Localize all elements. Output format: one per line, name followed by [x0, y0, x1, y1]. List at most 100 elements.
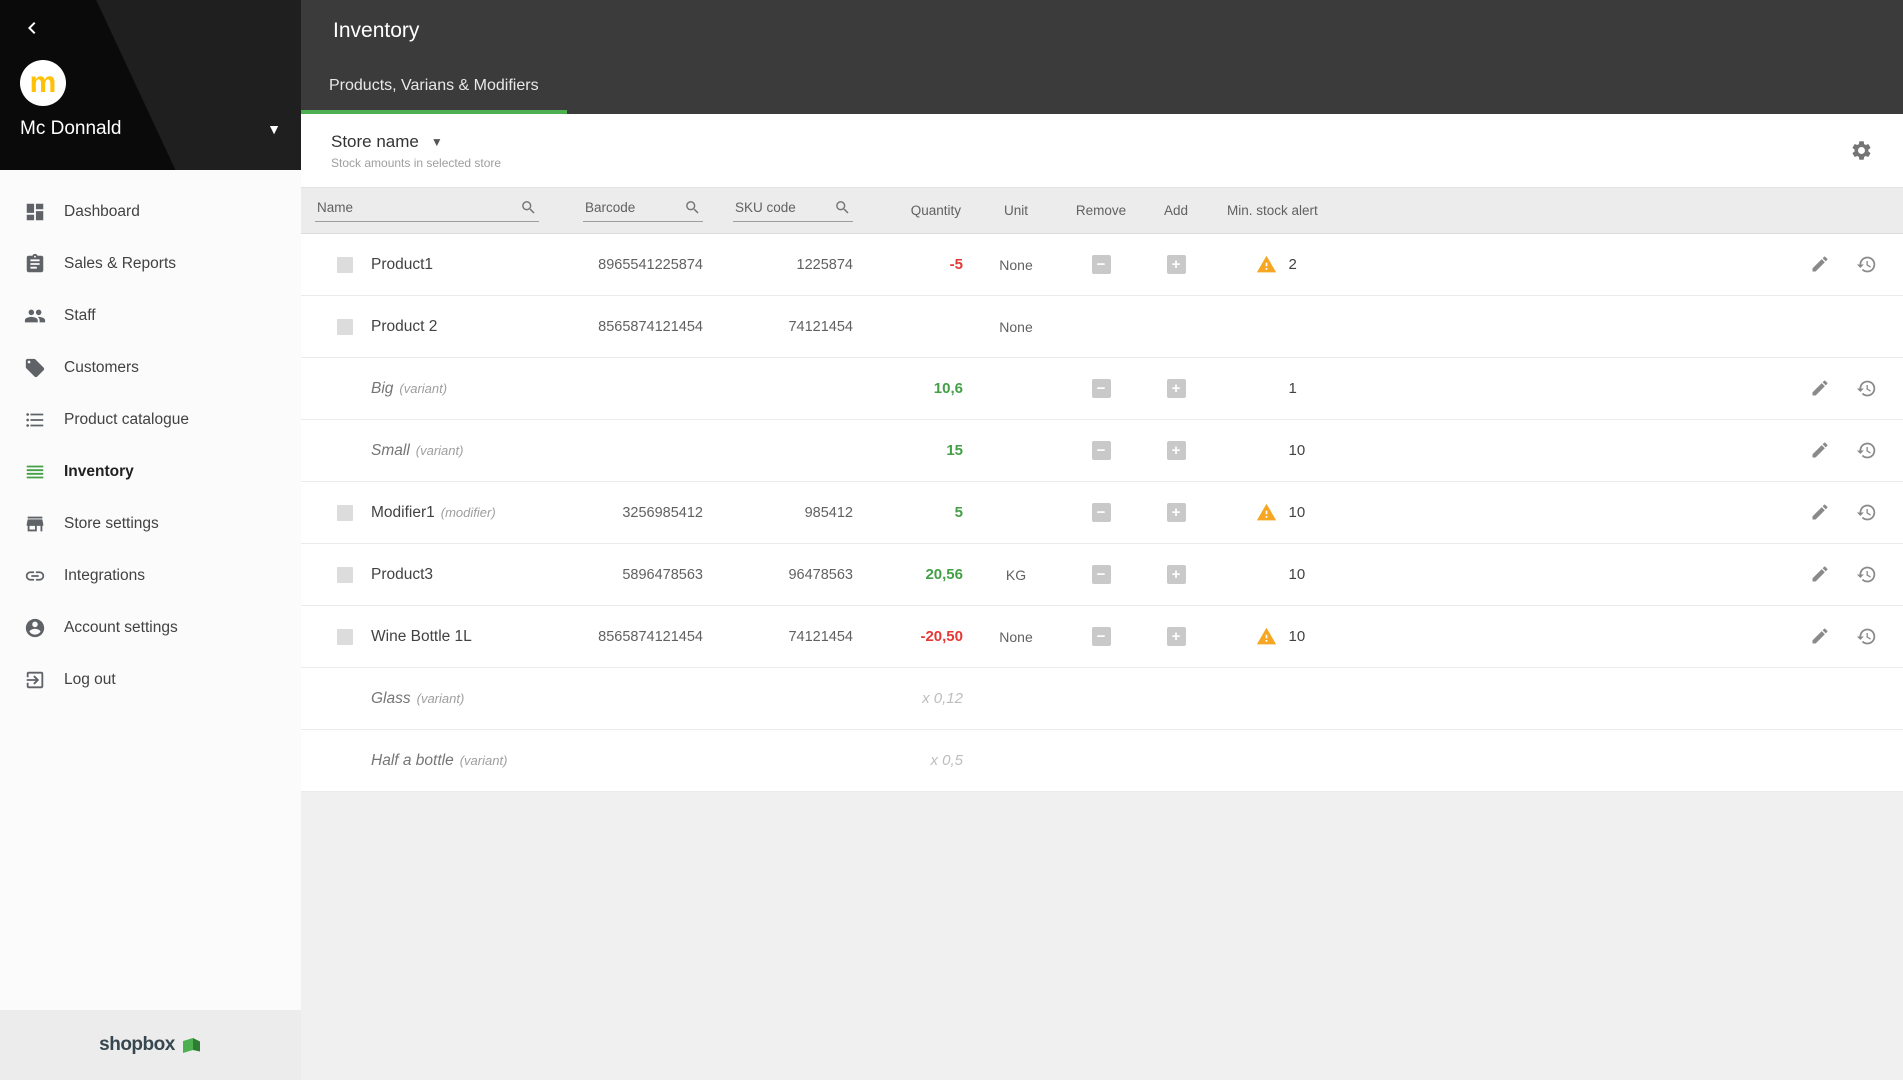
- sidebar-item-label: Inventory: [64, 463, 134, 480]
- customers-icon: [24, 357, 46, 379]
- sidebar-item-customers[interactable]: Customers: [0, 342, 301, 394]
- edit-icon[interactable]: [1810, 626, 1830, 647]
- product-type-suffix: (variant): [415, 443, 464, 458]
- history-icon[interactable]: [1856, 502, 1877, 523]
- history-icon[interactable]: [1856, 254, 1877, 275]
- quantity-value: x 0,5: [930, 752, 963, 769]
- tab-bar: Products, Varians & Modifiers: [301, 62, 1903, 114]
- name-search-field[interactable]: Name: [315, 199, 539, 222]
- sku-value: 985412: [804, 504, 853, 521]
- sidebar-footer: shopbox: [0, 1010, 301, 1080]
- account-dropdown-icon[interactable]: ▼: [267, 121, 281, 137]
- unit-value: None: [999, 318, 1033, 335]
- main-content: Inventory Products, Varians & Modifiers …: [301, 0, 1903, 1080]
- gear-icon[interactable]: [1850, 139, 1873, 162]
- product-name: Half a bottle: [371, 751, 454, 769]
- add-stock-button[interactable]: +: [1166, 255, 1186, 274]
- integrations-icon: [24, 565, 46, 587]
- search-icon: [686, 201, 699, 214]
- add-stock-button[interactable]: +: [1166, 503, 1186, 522]
- remove-stock-button[interactable]: −: [1091, 441, 1111, 460]
- remove-column-header: Remove: [1075, 203, 1127, 218]
- quantity-value: -5: [949, 256, 963, 273]
- barcode-value: 5896478563: [622, 566, 703, 583]
- table-row: Product1 8965541225874 1225874 -5 None −…: [301, 234, 1903, 296]
- min-stock-value: 10: [1288, 566, 1306, 583]
- min-stock-value: 10: [1288, 442, 1306, 459]
- unit-value: None: [999, 628, 1033, 645]
- quantity-value: 10,6: [933, 380, 963, 397]
- min-stock-value: 10: [1288, 504, 1306, 521]
- quantity-value: x 0,12: [922, 690, 963, 707]
- row-checkbox[interactable]: [337, 566, 353, 583]
- barcode-value: 8965541225874: [598, 256, 703, 273]
- history-icon[interactable]: [1856, 564, 1877, 585]
- back-icon[interactable]: [20, 14, 48, 42]
- table-row: Product 2 8565874121454 74121454 None − …: [301, 296, 1903, 358]
- product-type-suffix: (modifier): [440, 505, 496, 520]
- add-column-header: Add: [1163, 203, 1189, 218]
- store-selector[interactable]: Store name ▼ Stock amounts in selected s…: [331, 132, 501, 170]
- edit-icon[interactable]: [1810, 564, 1830, 585]
- table-row: Modifier1 (modifier) 3256985412 985412 5…: [301, 482, 1903, 544]
- sidebar-menu: Dashboard Sales & Reports Staff Customer…: [0, 170, 301, 706]
- barcode-search-field[interactable]: Barcode: [583, 199, 703, 222]
- quantity-value: -20,50: [920, 628, 963, 645]
- sidebar-item-label: Account settings: [64, 619, 178, 636]
- history-icon[interactable]: [1856, 440, 1877, 461]
- edit-icon[interactable]: [1810, 502, 1830, 523]
- tab-products-variants-modifiers[interactable]: Products, Varians & Modifiers: [301, 62, 567, 114]
- remove-stock-button[interactable]: −: [1091, 255, 1111, 274]
- sidebar-item-inventory[interactable]: Inventory: [0, 446, 301, 498]
- sidebar-item-account-settings[interactable]: Account settings: [0, 602, 301, 654]
- table-body: Product1 8965541225874 1225874 -5 None −…: [301, 234, 1903, 792]
- row-checkbox[interactable]: [337, 256, 353, 273]
- remove-stock-button[interactable]: −: [1091, 627, 1111, 646]
- row-checkbox[interactable]: [337, 504, 353, 521]
- sidebar-item-sales-reports[interactable]: Sales & Reports: [0, 238, 301, 290]
- min-stock-value: 10: [1288, 628, 1306, 645]
- min-stock-alert-column-header: Min. stock alert: [1227, 203, 1318, 218]
- product-name: Wine Bottle 1L: [371, 627, 472, 645]
- history-icon[interactable]: [1856, 378, 1877, 399]
- content-background: [301, 792, 1903, 1080]
- store-name: Store name: [331, 131, 419, 151]
- sku-value: 1225874: [796, 256, 853, 273]
- dashboard-icon: [24, 201, 46, 223]
- sidebar-item-integrations[interactable]: Integrations: [0, 550, 301, 602]
- barcode-value: 8565874121454: [598, 318, 703, 335]
- edit-icon[interactable]: [1810, 440, 1830, 461]
- table-row: Glass (variant) x 0,12 − +: [301, 668, 1903, 730]
- sidebar-item-label: Integrations: [64, 567, 145, 584]
- search-icon: [522, 201, 535, 214]
- remove-stock-button[interactable]: −: [1091, 379, 1111, 398]
- add-stock-button[interactable]: +: [1166, 627, 1186, 646]
- sku-search-field[interactable]: SKU code: [733, 199, 853, 222]
- barcode-value: 3256985412: [622, 504, 703, 521]
- edit-icon[interactable]: [1810, 378, 1830, 399]
- shopbox-logo-icon: [182, 1037, 202, 1054]
- sidebar-item-log-out[interactable]: Log out: [0, 654, 301, 706]
- row-checkbox[interactable]: [337, 318, 353, 335]
- quantity-value: 20,56: [925, 566, 963, 583]
- sidebar-item-dashboard[interactable]: Dashboard: [0, 186, 301, 238]
- product-name: Glass: [371, 689, 411, 707]
- remove-stock-button[interactable]: −: [1091, 565, 1111, 584]
- unit-value: KG: [1005, 566, 1027, 583]
- sidebar-item-staff[interactable]: Staff: [0, 290, 301, 342]
- table-header: Name Barcode SKU code Quantity Unit Remo…: [301, 188, 1903, 234]
- edit-icon[interactable]: [1810, 254, 1830, 275]
- add-stock-button[interactable]: +: [1166, 379, 1186, 398]
- sidebar-item-product-catalogue[interactable]: Product catalogue: [0, 394, 301, 446]
- product-name: Small: [371, 441, 410, 459]
- table-row: Wine Bottle 1L 8565874121454 74121454 -2…: [301, 606, 1903, 668]
- history-icon[interactable]: [1856, 626, 1877, 647]
- sidebar-header: m Mc Donnald ▼: [0, 0, 301, 170]
- add-stock-button[interactable]: +: [1166, 441, 1186, 460]
- reports-icon: [24, 253, 46, 275]
- row-checkbox[interactable]: [337, 628, 353, 645]
- sidebar-item-store-settings[interactable]: Store settings: [0, 498, 301, 550]
- barcode-value: 8565874121454: [598, 628, 703, 645]
- add-stock-button[interactable]: +: [1166, 565, 1186, 584]
- remove-stock-button[interactable]: −: [1091, 503, 1111, 522]
